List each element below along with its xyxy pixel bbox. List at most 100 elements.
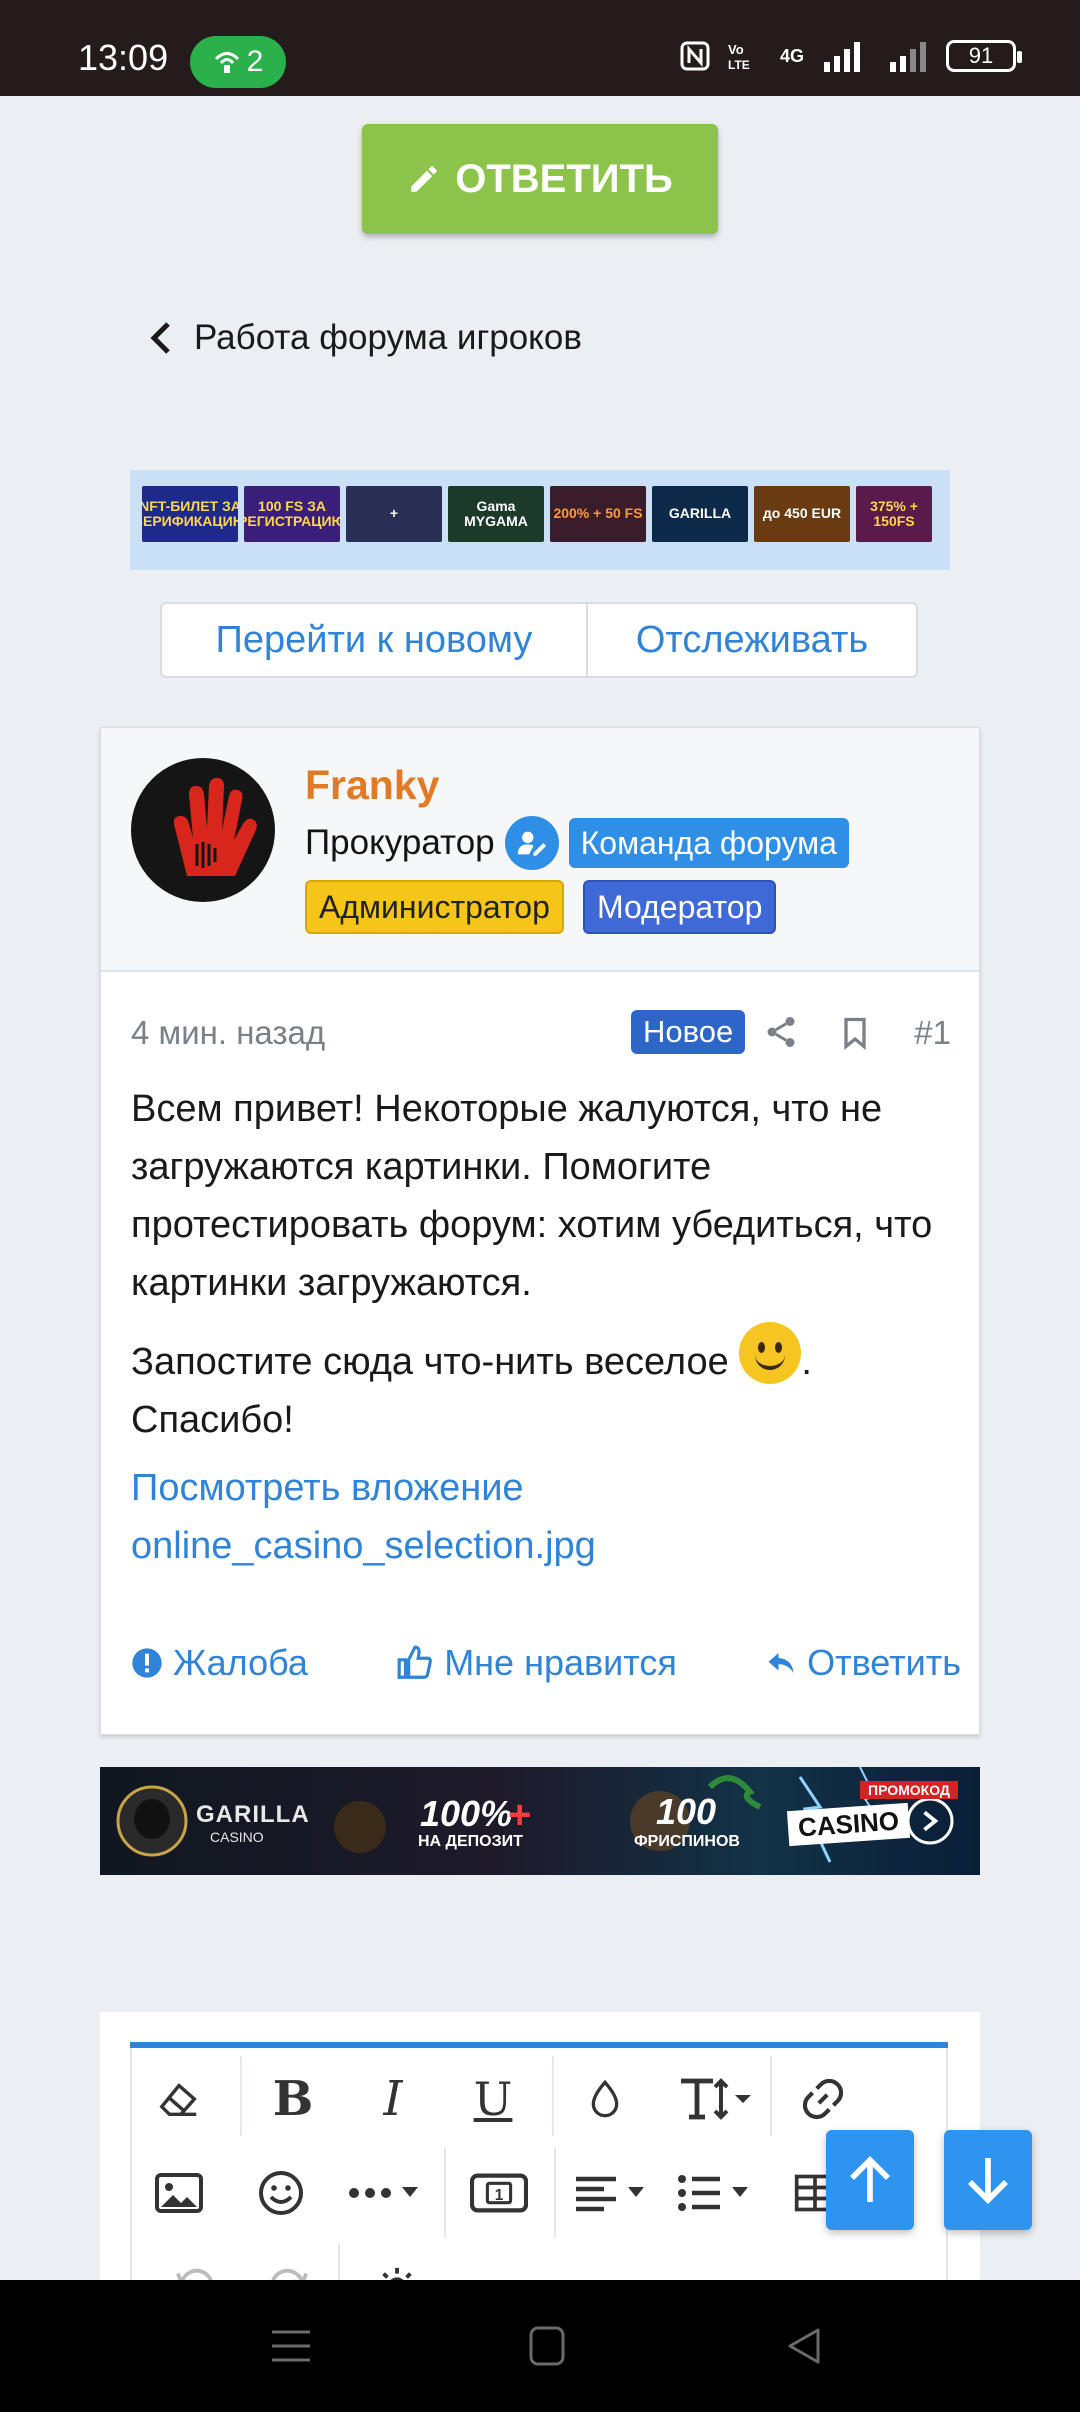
username[interactable]: Franky xyxy=(305,762,439,809)
thumbs-up-icon xyxy=(397,1645,433,1679)
bold-icon[interactable]: B xyxy=(248,2064,338,2134)
status-right: Vo LTE 4G 91 xyxy=(680,40,1022,72)
network-type: 4G xyxy=(779,45,804,66)
watch-button[interactable]: Отслеживать xyxy=(588,604,916,676)
svg-text:LTE: LTE xyxy=(728,58,750,71)
ad-banner-strip: NFT-БИЛЕТ ЗА ВЕРИФИКАЦИЮ 100 FS ЗА РЕГИС… xyxy=(130,470,950,570)
system-nav-bar xyxy=(0,2280,1080,2412)
new-badge: Новое xyxy=(631,1010,746,1054)
battery-level: 91 xyxy=(968,43,994,68)
post-actions: Жалоба Мне нравится Ответить xyxy=(131,1636,961,1690)
scroll-down-button[interactable] xyxy=(944,2130,1032,2230)
post-body: Всем привет! Некоторые жалуются, что не … xyxy=(131,1080,961,1575)
color-icon[interactable] xyxy=(560,2064,650,2134)
reply-top-button[interactable]: ОТВЕТИТЬ xyxy=(362,124,718,234)
post-time[interactable]: 4 мин. назад xyxy=(131,1014,325,1052)
svg-text:Vo: Vo xyxy=(728,42,744,57)
menu-icon[interactable] xyxy=(266,2324,316,2368)
post-card: Franky Прокуратор Команда форума Админис… xyxy=(100,727,980,1735)
attachment-file-link[interactable]: online_casino_selection.jpg xyxy=(131,1517,961,1575)
offer-freespins: 100 xyxy=(656,1791,717,1832)
post-number[interactable]: #1 xyxy=(914,1014,951,1052)
status-time: 13:09 xyxy=(78,37,169,78)
smile-emoji-icon xyxy=(739,1322,802,1384)
share-icon[interactable] xyxy=(763,1014,799,1050)
team-badge: Команда форума xyxy=(568,817,849,869)
battery-indicator: 91 xyxy=(946,40,1022,72)
attachment-view-link[interactable]: Посмотреть вложение xyxy=(131,1459,961,1517)
post-paragraph-2: Запостите сюда что-нить веселое . Спасиб… xyxy=(131,1322,961,1449)
like-button[interactable]: Мне нравится xyxy=(396,1642,677,1684)
more-icon[interactable] xyxy=(336,2158,436,2228)
toolbar-divider xyxy=(240,2056,242,2136)
casino-ad-banner[interactable]: GARILLA CASINO 100% НА ДЕПОЗИТ + 100 ФРИ… xyxy=(100,1767,980,1875)
moderator-badge: Модератор xyxy=(583,880,777,935)
like-label: Мне нравится xyxy=(444,1642,677,1683)
media-icon[interactable]: 1 xyxy=(454,2158,544,2228)
alert-icon xyxy=(132,1648,162,1678)
casino-brand: GARILLA xyxy=(196,1801,310,1828)
reply-top-label: ОТВЕТИТЬ xyxy=(455,156,673,201)
ad-banner[interactable]: до 450 EUR xyxy=(754,486,850,542)
text-size-icon[interactable] xyxy=(662,2064,772,2134)
ad-banner[interactable]: 100 FS ЗА РЕГИСТРАЦИЮ xyxy=(244,486,340,542)
signal2-icon xyxy=(890,42,926,72)
ad-banner[interactable]: 200% + 50 FS xyxy=(550,486,646,542)
ad-banner[interactable]: + xyxy=(346,486,442,542)
ad-banner[interactable]: 375% + 150FS xyxy=(856,486,932,542)
align-icon[interactable] xyxy=(562,2158,662,2228)
arrow-up-icon xyxy=(850,2156,890,2202)
emoji-icon[interactable] xyxy=(236,2158,326,2228)
scroll-up-button[interactable] xyxy=(826,2130,914,2230)
status-bar: 13:09 2 Vo LTE 4G 91 xyxy=(0,0,1080,96)
pencil-icon xyxy=(411,166,437,192)
reply-label: Ответить xyxy=(807,1642,961,1683)
underline-icon[interactable]: U xyxy=(448,2064,538,2134)
reply-button[interactable]: Ответить xyxy=(765,1642,961,1684)
hotspot-indicator: 2 xyxy=(190,36,286,88)
ad-banner[interactable]: NFT-БИЛЕТ ЗА ВЕРИФИКАЦИЮ xyxy=(142,486,238,542)
link-icon[interactable] xyxy=(778,2064,868,2134)
plus-sign: + xyxy=(508,1793,532,1837)
eraser-icon[interactable] xyxy=(134,2064,224,2134)
goto-new-button[interactable]: Перейти к новому xyxy=(162,604,588,676)
report-label: Жалоба xyxy=(173,1642,308,1683)
promo-label: ПРОМОКОД xyxy=(860,1781,958,1799)
volte-icon: VoLTE xyxy=(728,42,750,71)
svg-text:1: 1 xyxy=(495,2187,504,2204)
signal-icon xyxy=(824,42,860,72)
toolbar-divider xyxy=(554,2148,556,2238)
user-title: Прокуратор xyxy=(305,823,495,862)
nfc-icon xyxy=(680,41,710,71)
ad-banner[interactable]: GARILLA xyxy=(652,486,748,542)
post-paragraph-1: Всем привет! Некоторые жалуются, что не … xyxy=(131,1088,933,1304)
attachment: Посмотреть вложение online_casino_select… xyxy=(131,1459,961,1575)
chevron-left-icon xyxy=(150,322,170,354)
user-title-row: Прокуратор Команда форума xyxy=(305,816,849,870)
image-icon[interactable] xyxy=(134,2158,224,2228)
offer-deposit: 100% xyxy=(420,1793,513,1834)
arrow-down-icon xyxy=(968,2158,1008,2204)
avatar[interactable] xyxy=(131,758,275,902)
reply-arrow-icon xyxy=(768,1653,794,1673)
post-meta: 4 мин. назад Новое #1 xyxy=(131,1008,951,1058)
red-hand-icon xyxy=(173,778,257,876)
report-button[interactable]: Жалоба xyxy=(131,1642,308,1684)
toolbar-divider xyxy=(770,2056,772,2136)
thread-buttons: Перейти к новому Отслеживать xyxy=(160,602,918,678)
ad-banner[interactable]: Gama MYGAMA xyxy=(448,486,544,542)
staff-icon xyxy=(504,816,559,870)
italic-icon[interactable]: I xyxy=(348,2064,438,2134)
casino-brand-sub: CASINO xyxy=(210,1829,264,1845)
hotspot-icon xyxy=(214,52,239,73)
back-icon[interactable] xyxy=(780,2324,830,2368)
admin-badge: Администратор xyxy=(305,880,564,935)
bookmark-icon[interactable] xyxy=(837,1014,873,1052)
breadcrumb[interactable]: Работа форума игроков xyxy=(146,318,582,358)
home-icon[interactable] xyxy=(522,2324,572,2368)
offer-freespins-sub: ФРИСПИНОВ xyxy=(634,1833,740,1850)
post-header: Franky Прокуратор Команда форума Админис… xyxy=(101,728,979,972)
toolbar-divider xyxy=(552,2056,554,2136)
list-icon[interactable] xyxy=(666,2158,766,2228)
arrow-right-icon xyxy=(923,1810,939,1832)
